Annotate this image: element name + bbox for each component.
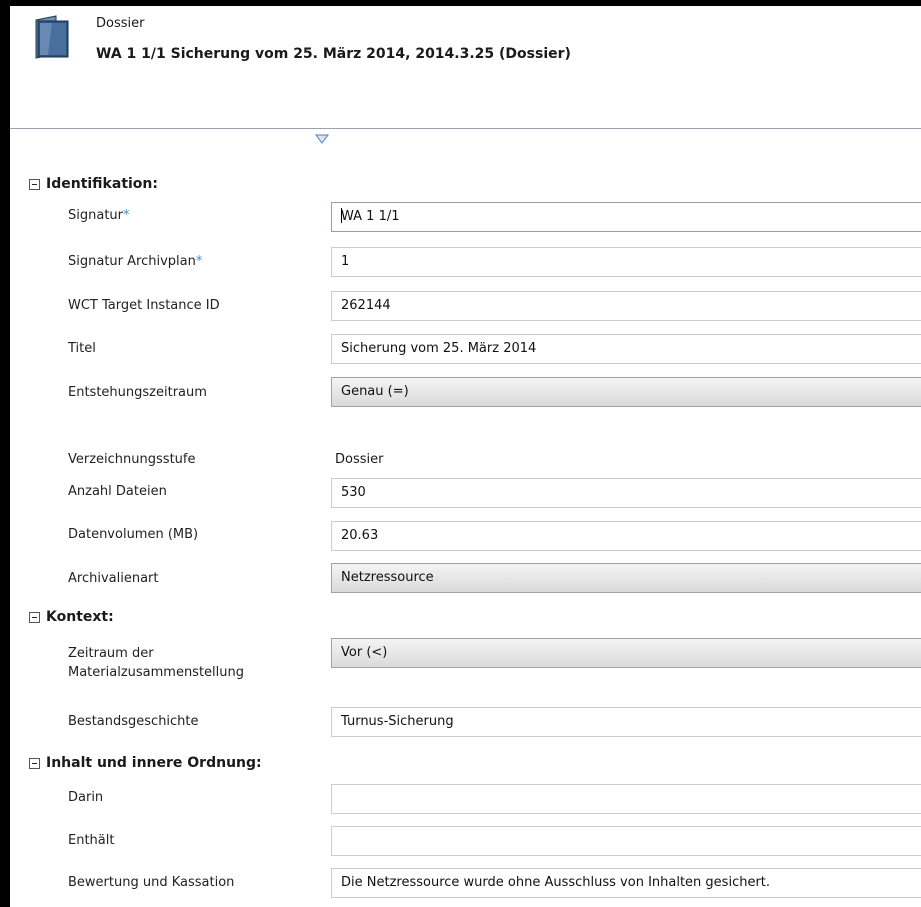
label-bestandsgeschichte: Bestandsgeschichte [68, 714, 199, 729]
bewertung-kassation-field[interactable]: Die Netzressource wurde ohne Ausschluss … [331, 868, 921, 898]
section-identifikation: Identifikation: [10, 173, 158, 195]
label-entstehungszeitraum: Entstehungszeitraum [68, 385, 207, 400]
datenvolumen-field[interactable]: 20.63 [331, 521, 921, 551]
section-inhalt: Inhalt und innere Ordnung: [10, 752, 262, 774]
darin-field[interactable] [331, 784, 921, 814]
label-enthaelt: Enthält [68, 833, 115, 848]
object-title: WA 1 1/1 Sicherung vom 25. März 2014, 20… [96, 46, 571, 62]
label-wct-target-instance-id: WCT Target Instance ID [68, 298, 220, 313]
entstehungszeitraum-dropdown[interactable]: Genau (=) [331, 377, 921, 407]
enthaelt-field[interactable] [331, 826, 921, 856]
label-bewertung-kassation: Bewertung und Kassation [68, 875, 235, 890]
label-zeitraum-materialzusammenstellung: Zeitraum der Materialzusammenstellung [68, 646, 245, 680]
label-titel: Titel [68, 341, 96, 356]
required-marker: * [195, 254, 203, 269]
zeitraum-dropdown[interactable]: Vor (<) [331, 638, 921, 668]
field-value: WA 1 1/1 [341, 209, 400, 224]
label-datenvolumen: Datenvolumen (MB) [68, 527, 199, 542]
collapse-toggle-icon[interactable] [29, 611, 40, 623]
label-darin: Darin [68, 790, 104, 805]
bestandsgeschichte-field[interactable]: Turnus-Sicherung [331, 707, 921, 737]
anzahl-dateien-field[interactable]: 530 [331, 478, 921, 508]
label-signatur: Signatur* [68, 208, 130, 223]
wct-target-instance-id-field[interactable]: 262144 [331, 291, 921, 321]
form-window: Dossier WA 1 1/1 Sicherung vom 25. März … [10, 6, 921, 907]
signatur-archivplan-field[interactable]: 1 [331, 247, 921, 277]
section-kontext: Kontext: [10, 606, 114, 628]
object-type-label: Dossier [96, 16, 145, 31]
label-text: Signatur Archivplan [68, 254, 196, 269]
titel-field[interactable]: Sicherung vom 25. März 2014 [331, 334, 921, 364]
header: Dossier WA 1 1/1 Sicherung vom 25. März … [10, 6, 921, 128]
label-text: Signatur [68, 208, 124, 223]
label-anzahl-dateien: Anzahl Dateien [68, 484, 167, 499]
collapse-toggle-icon[interactable] [29, 757, 40, 769]
splitter-arrow-icon[interactable] [315, 133, 329, 145]
signatur-field[interactable]: WA 1 1/1 [331, 202, 921, 232]
text-caret [341, 208, 342, 223]
verzeichnungsstufe-value: Dossier [335, 452, 384, 467]
folder-icon [35, 15, 69, 59]
archivalienart-dropdown[interactable]: Netzressource [331, 563, 921, 593]
required-marker: * [123, 208, 130, 223]
section-title: Kontext: [46, 609, 114, 625]
section-title: Identifikation: [46, 176, 158, 192]
collapse-toggle-icon[interactable] [29, 178, 40, 190]
label-signatur-archivplan: Signatur Archivplan* [68, 254, 202, 269]
label-verzeichnungsstufe: Verzeichnungsstufe [68, 452, 196, 467]
label-archivalienart: Archivalienart [68, 571, 159, 586]
header-divider [10, 128, 921, 129]
section-title: Inhalt und innere Ordnung: [46, 755, 262, 771]
